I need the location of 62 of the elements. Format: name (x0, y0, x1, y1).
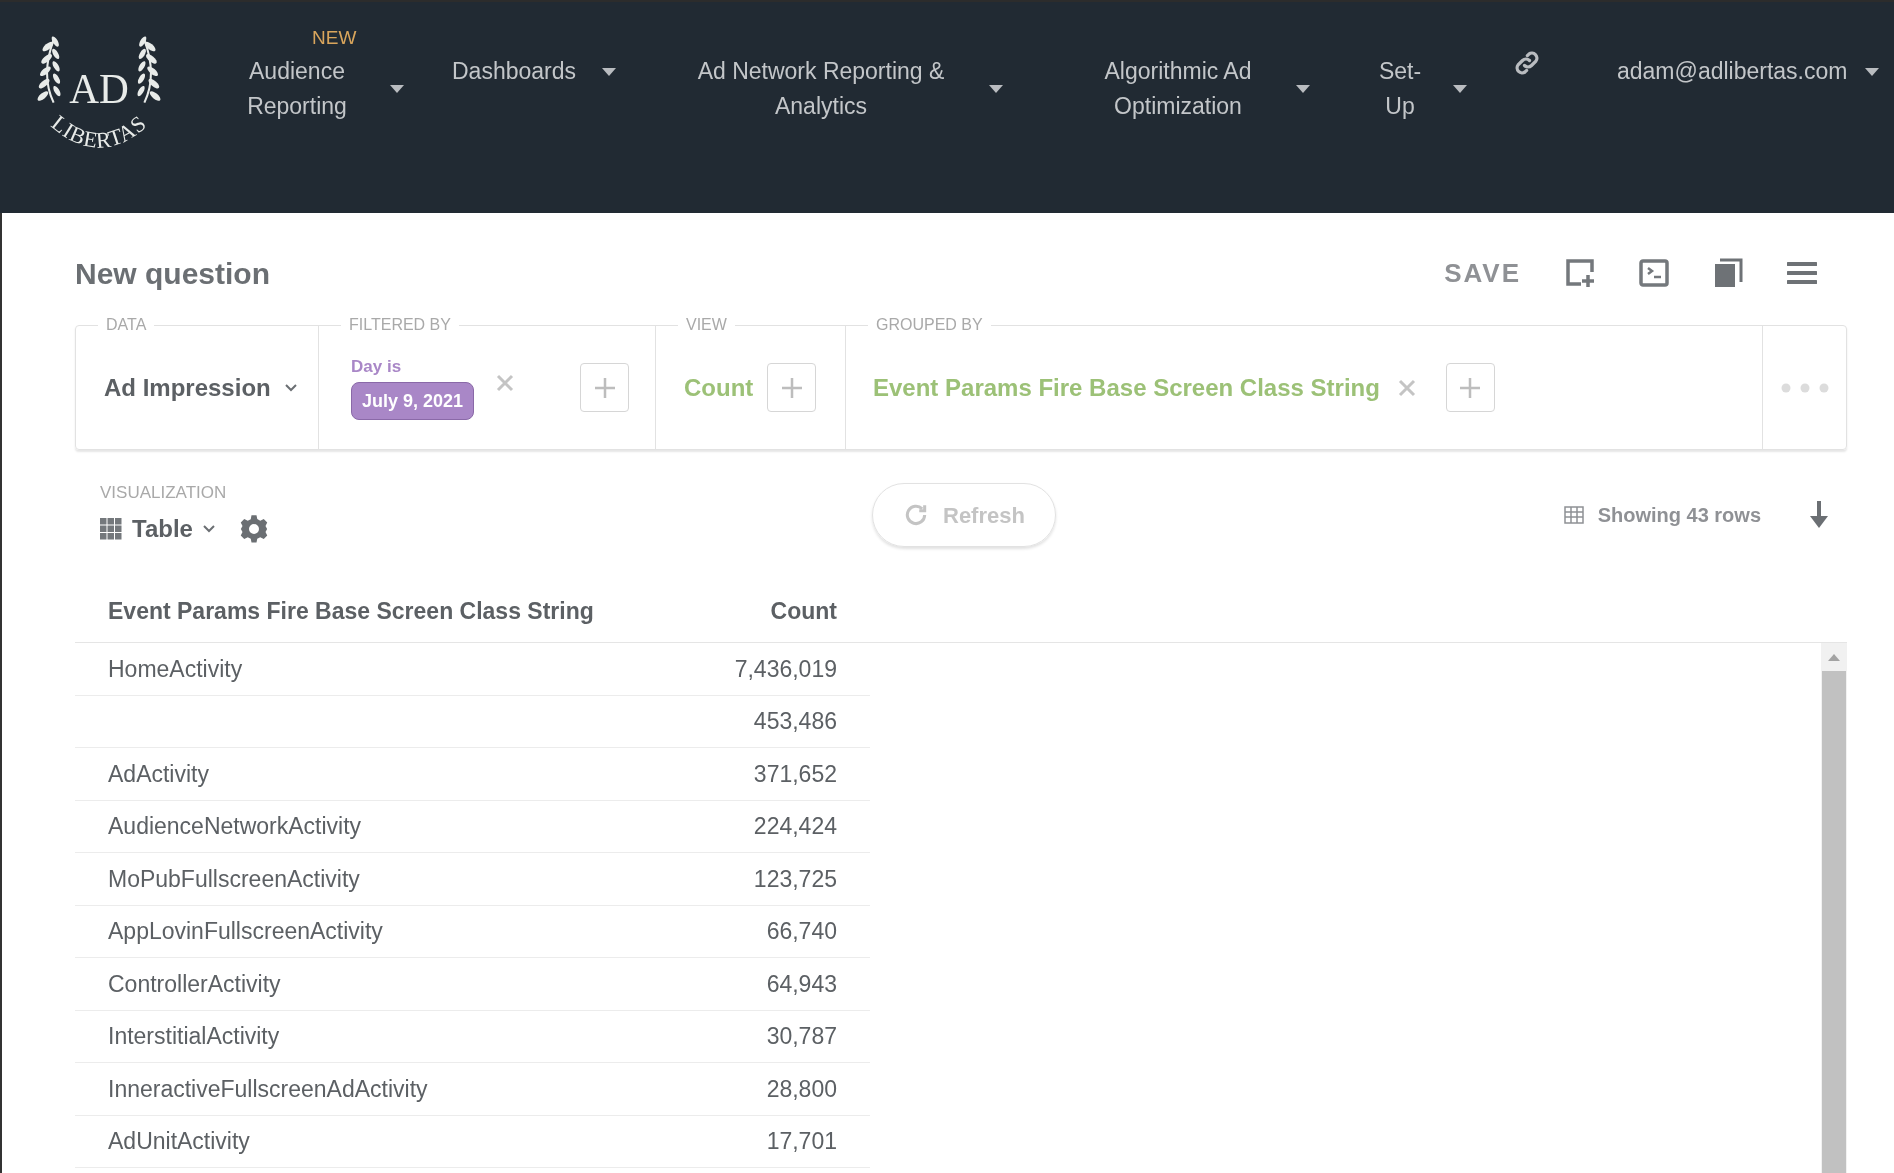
refresh-icon (903, 502, 929, 528)
table-cell-text: InterstitialActivity (108, 1022, 280, 1051)
terminal-icon[interactable] (1639, 259, 1669, 287)
table-cell-text: 371,652 (753, 759, 837, 789)
table-cell-text: 64,943 (766, 969, 837, 999)
table-cell-text: 7,436,019 (734, 654, 837, 684)
question-title: New question (75, 255, 270, 292)
table-cell-text: HomeActivity (108, 654, 243, 684)
chevron-down-icon (202, 525, 215, 533)
filter-field-label: Day is (351, 355, 402, 378)
column-header[interactable]: Count (770, 593, 837, 629)
caret-down-icon (989, 85, 1003, 93)
table-cell-text: 123,725 (753, 864, 837, 894)
grid-icon (100, 518, 122, 540)
caret-down-icon (390, 85, 404, 93)
scrollbar[interactable] (1821, 643, 1847, 1173)
table-cell-text: InneractiveFullscreenAdActivity (108, 1074, 428, 1104)
table-cell-text: AppLovinFullscreenActivity (108, 917, 383, 946)
visualization-type-dropdown[interactable]: Table (100, 511, 215, 547)
table-cell-text: 453,486 (753, 707, 837, 736)
column-header[interactable]: Event Params Fire Base Screen Class String (108, 593, 594, 629)
plus-icon (1459, 376, 1482, 399)
add-to-dashboard-icon[interactable] (1565, 258, 1595, 288)
new-label: NEW (312, 26, 357, 50)
nav-menu-item[interactable]: Ad Network Reporting & Analytics (671, 54, 1003, 124)
table-cell-text: MoPubFullscreenActivity (108, 864, 360, 894)
row-count-label: Showing 43 rows (1597, 503, 1761, 528)
caret-down-icon (602, 67, 616, 76)
table-cell-text: 224,424 (753, 812, 837, 841)
add-button[interactable] (767, 363, 817, 412)
scroll-up-arrow-icon[interactable] (1828, 653, 1840, 661)
visualization-label: VISUALIZATION (100, 483, 228, 503)
add-button[interactable] (580, 363, 629, 412)
chevron-down-icon (284, 383, 297, 392)
caret-down-icon (1453, 85, 1467, 93)
plus-icon (593, 376, 616, 399)
table-cell-text: ControllerActivity (108, 969, 281, 999)
nav-menu-item[interactable]: Set-Up (1365, 54, 1467, 124)
caret-down-icon (1865, 67, 1880, 76)
menu-icon[interactable] (1787, 261, 1817, 285)
table-icon (1563, 506, 1584, 524)
add-button[interactable] (1445, 363, 1495, 412)
settings-icon[interactable] (238, 514, 269, 544)
download-icon[interactable] (1809, 501, 1829, 529)
table-cell-text: AudienceNetworkActivity (108, 812, 362, 841)
table-cell-text: 28,800 (766, 1074, 837, 1104)
table-cell-text: AdActivity (108, 759, 209, 789)
nav-menu-item[interactable]: Algorithmic Ad Optimization (1078, 54, 1310, 124)
data-source-dropdown[interactable]: Ad Impression (104, 369, 297, 406)
table-cell-text: AdUnitActivity (108, 1127, 250, 1156)
table-cell-text: 30,787 (766, 1022, 837, 1051)
table-cell-text: 66,740 (766, 917, 837, 946)
account-menu[interactable]: adam@adlibertas.com (1617, 54, 1880, 89)
nav-menu-item[interactable]: Dashboards (444, 54, 616, 89)
close-icon[interactable] (496, 373, 515, 392)
caret-down-icon (1296, 85, 1310, 93)
plus-icon (780, 376, 803, 399)
close-icon[interactable] (1397, 378, 1416, 397)
table-cell-text: 17,701 (766, 1127, 837, 1156)
copy-icon[interactable] (1713, 258, 1743, 288)
more-options-icon[interactable] (1780, 382, 1829, 393)
laurel-logo[interactable]: AD LIBERTAS (26, 30, 172, 162)
